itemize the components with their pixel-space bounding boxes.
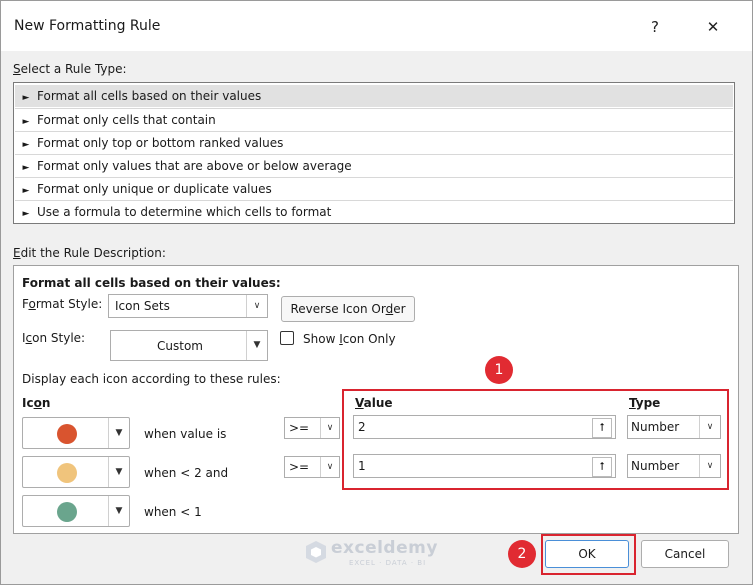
value-type-highlight: [342, 389, 729, 490]
arrow-right-icon: ►: [22, 140, 30, 150]
format-style-label: Format Style:: [22, 297, 103, 311]
yellow-circle-icon: [57, 463, 77, 483]
close-icon[interactable]: ✕: [700, 15, 726, 39]
arrow-right-icon: ►: [22, 93, 30, 103]
chevron-down-icon: ∨: [320, 418, 339, 438]
icon-style-label: Icon Style:: [22, 331, 86, 345]
rule-type-list[interactable]: ► Format all cells based on their values …: [13, 82, 735, 224]
step-badge-2: 2: [508, 540, 536, 568]
rule-type-item[interactable]: ► Format only cells that contain: [15, 108, 733, 131]
rule-condition-text: when < 1: [144, 505, 202, 519]
ok-button[interactable]: OK: [545, 540, 629, 568]
rule-condition-text: when < 2 and: [144, 466, 229, 480]
operator-select-1[interactable]: >= ∨: [284, 417, 340, 439]
rule-type-item[interactable]: ► Format all cells based on their values: [15, 85, 733, 107]
icon-select-1[interactable]: ▼: [22, 417, 130, 449]
show-icon-only-label: Show Icon Only: [303, 332, 396, 346]
arrow-right-icon: ►: [22, 209, 30, 219]
format-style-select[interactable]: Icon Sets ∨: [108, 294, 268, 318]
rule-condition-text: when value is: [144, 427, 227, 441]
operator-select-2[interactable]: >= ∨: [284, 456, 340, 478]
new-formatting-rule-dialog: New Formatting Rule ? ✕ Select a Rule Ty…: [0, 0, 753, 585]
show-icon-only-checkbox[interactable]: [280, 331, 294, 345]
icon-column-header: Icon: [22, 396, 51, 410]
rule-description-label: Edit the Rule Description:: [13, 246, 166, 260]
arrow-right-icon: ►: [22, 186, 30, 196]
description-heading: Format all cells based on their values:: [22, 276, 281, 290]
dropdown-icon: ▼: [108, 496, 129, 526]
rule-type-item[interactable]: ► Format only values that are above or be…: [15, 154, 733, 177]
reverse-icon-order-button[interactable]: Reverse Icon Order: [281, 296, 415, 322]
step-badge-1: 1: [485, 356, 513, 384]
rule-type-label: Select a Rule Type:: [13, 62, 127, 76]
help-button[interactable]: ?: [642, 15, 668, 39]
icon-style-select[interactable]: Custom ▼: [110, 330, 268, 361]
rule-type-item[interactable]: ► Format only unique or duplicate values: [15, 177, 733, 200]
chevron-down-icon: ∨: [320, 457, 339, 477]
rule-type-item[interactable]: ► Format only top or bottom ranked values: [15, 131, 733, 154]
red-circle-icon: [57, 424, 77, 444]
arrow-right-icon: ►: [22, 117, 30, 127]
dropdown-icon: ▼: [108, 457, 129, 487]
arrow-right-icon: ►: [22, 163, 30, 173]
display-rules-text: Display each icon according to these rul…: [22, 372, 281, 386]
title-bar: New Formatting Rule ? ✕: [1, 1, 752, 51]
green-circle-icon: [57, 502, 77, 522]
icon-select-2[interactable]: ▼: [22, 456, 130, 488]
cancel-button[interactable]: Cancel: [641, 540, 729, 568]
icon-select-3[interactable]: ▼: [22, 495, 130, 527]
rule-type-item[interactable]: ► Use a formula to determine which cells …: [15, 200, 733, 223]
exceldemy-logo-icon: [306, 541, 326, 563]
dropdown-icon: ▼: [108, 418, 129, 448]
dropdown-icon: ▼: [246, 331, 267, 360]
dialog-title: New Formatting Rule: [14, 18, 161, 34]
chevron-down-icon: ∨: [246, 295, 267, 317]
